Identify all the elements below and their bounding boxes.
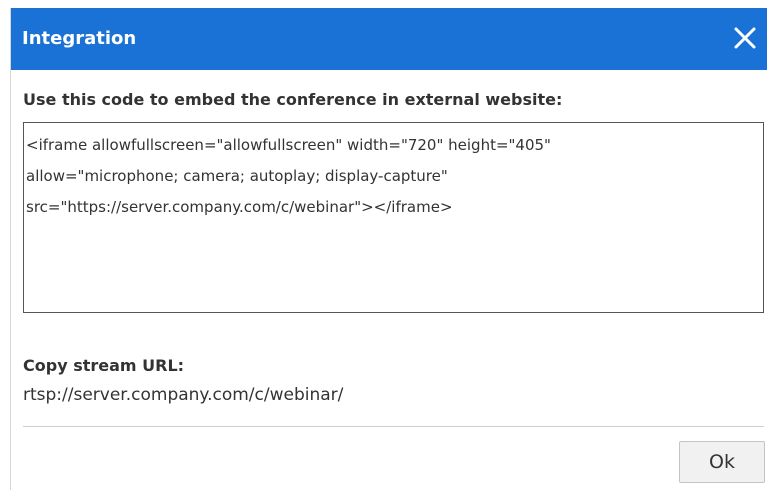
embed-code-textarea[interactable] bbox=[23, 122, 764, 313]
stream-url-value[interactable]: rtsp://server.company.com/c/webinar/ bbox=[23, 385, 343, 405]
footer-divider bbox=[23, 426, 764, 427]
close-icon bbox=[734, 27, 756, 49]
close-button[interactable] bbox=[730, 23, 760, 53]
integration-dialog: Integration Use this code to embed the c… bbox=[10, 8, 767, 490]
ok-button[interactable]: Ok bbox=[679, 441, 765, 483]
dialog-titlebar: Integration bbox=[11, 8, 767, 70]
stream-url-label: Copy stream URL: bbox=[23, 356, 185, 375]
embed-code-label: Use this code to embed the conference in… bbox=[23, 90, 563, 109]
dialog-title: Integration bbox=[22, 28, 137, 49]
